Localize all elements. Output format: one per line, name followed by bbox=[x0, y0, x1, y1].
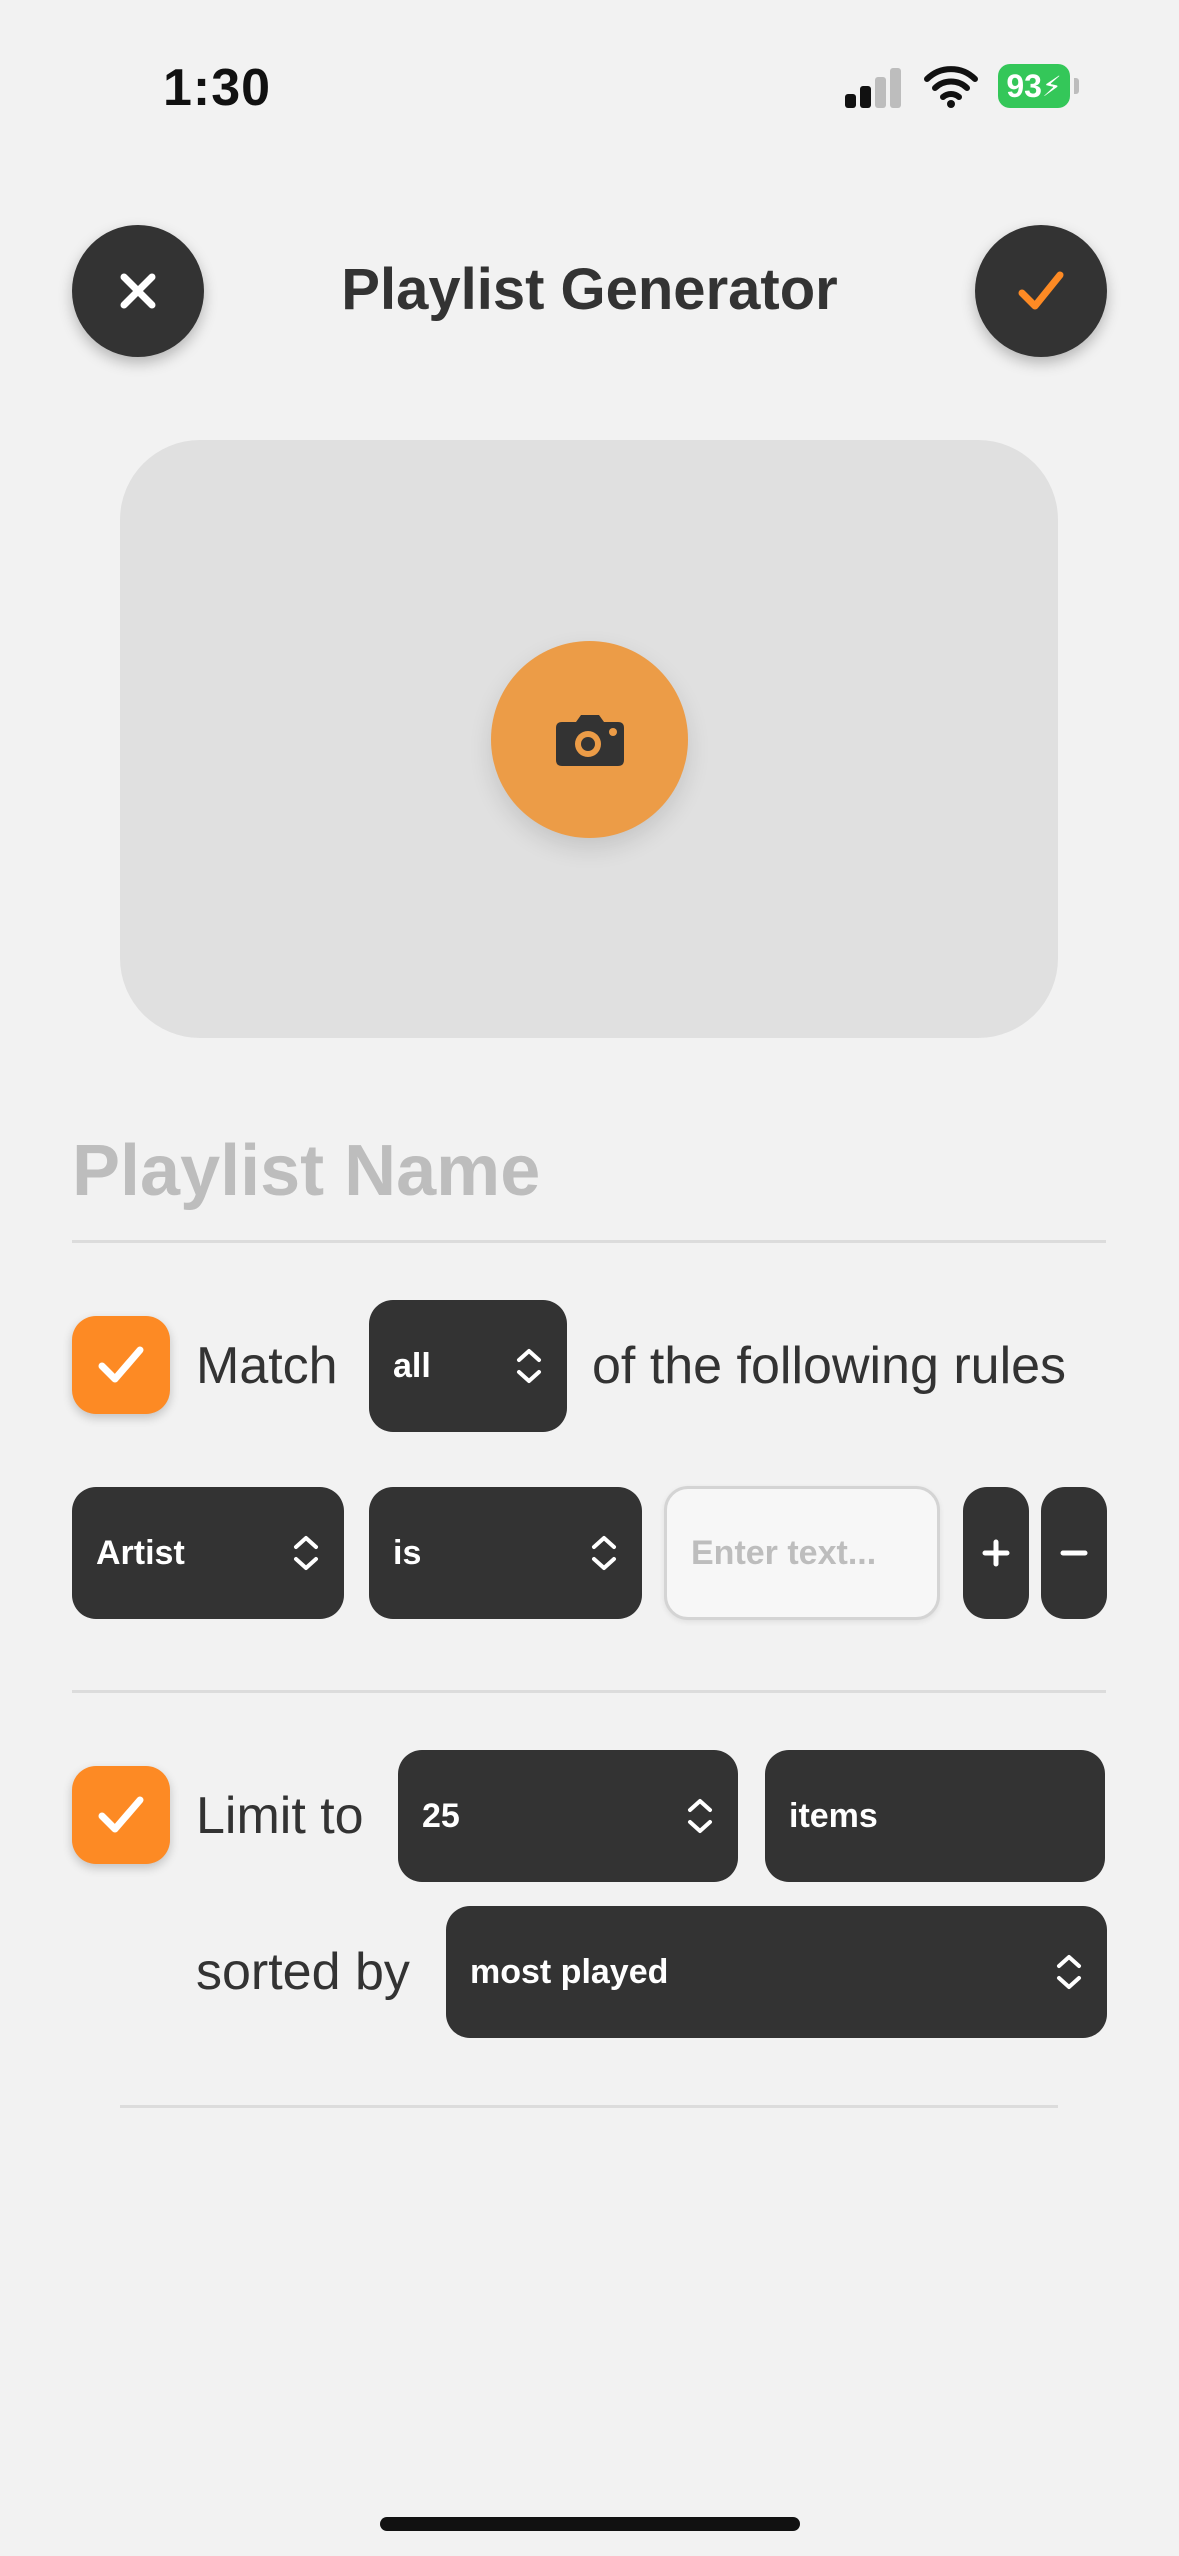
status-time: 1:30 bbox=[163, 59, 272, 117]
chevron-up-down-icon bbox=[294, 1536, 318, 1570]
limit-unit-select[interactable]: items bbox=[765, 1750, 1105, 1882]
minus-icon bbox=[1060, 1550, 1088, 1556]
rule-operator-select[interactable]: is bbox=[369, 1487, 642, 1619]
rule-operator-value: is bbox=[393, 1533, 422, 1572]
playlist-name-input[interactable] bbox=[72, 1126, 1106, 1216]
checkmark-icon bbox=[1018, 271, 1064, 310]
bottom-divider bbox=[120, 2105, 1058, 2108]
match-label: Match bbox=[196, 1337, 338, 1395]
rule-field-value: Artist bbox=[96, 1533, 185, 1572]
chevron-up-down-icon bbox=[688, 1799, 712, 1833]
add-rule-button[interactable] bbox=[963, 1487, 1029, 1619]
match-mode-select[interactable]: all bbox=[369, 1300, 567, 1432]
home-indicator bbox=[380, 2517, 800, 2531]
chevron-up-down-icon bbox=[517, 1349, 541, 1383]
rule-value-input[interactable] bbox=[664, 1486, 940, 1620]
battery-percentage: 93 bbox=[1006, 67, 1042, 104]
sorted-by-label: sorted by bbox=[196, 1943, 410, 2001]
cellular-signal-icon bbox=[845, 68, 903, 108]
sort-order-select[interactable]: most played bbox=[446, 1906, 1107, 2038]
battery-icon: 93 ⚡ bbox=[998, 64, 1079, 108]
chevron-up-down-icon bbox=[592, 1536, 616, 1570]
wifi-icon bbox=[924, 64, 978, 108]
camera-icon bbox=[555, 714, 624, 766]
add-photo-button[interactable] bbox=[491, 641, 688, 838]
chevron-up-down-icon bbox=[1057, 1955, 1081, 1989]
match-suffix: of the following rules bbox=[592, 1337, 1067, 1395]
limit-unit-value: items bbox=[789, 1796, 878, 1835]
rule-field-select[interactable]: Artist bbox=[72, 1487, 344, 1619]
battery-level: 93 ⚡ bbox=[998, 64, 1070, 108]
sort-order-value: most played bbox=[470, 1952, 669, 1991]
checkmark-icon bbox=[98, 1796, 144, 1833]
rules-divider bbox=[72, 1690, 1106, 1693]
name-divider bbox=[72, 1240, 1106, 1243]
confirm-button[interactable] bbox=[975, 225, 1107, 357]
limit-label: Limit to bbox=[196, 1787, 364, 1845]
match-checkbox[interactable] bbox=[72, 1316, 170, 1414]
plus-icon bbox=[982, 1539, 1010, 1567]
checkmark-icon bbox=[98, 1346, 144, 1383]
limit-count-value: 25 bbox=[422, 1796, 460, 1835]
limit-checkbox[interactable] bbox=[72, 1766, 170, 1864]
remove-rule-button[interactable] bbox=[1041, 1487, 1107, 1619]
limit-count-select[interactable]: 25 bbox=[398, 1750, 738, 1882]
match-mode-value: all bbox=[393, 1346, 431, 1385]
